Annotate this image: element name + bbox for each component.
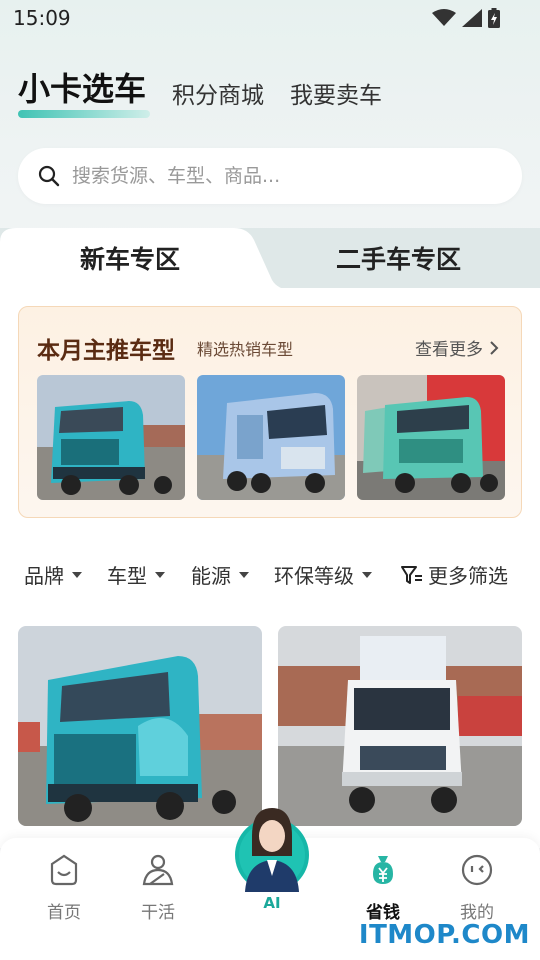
featured-truck-image-1[interactable] <box>37 375 185 500</box>
filter-energy[interactable]: 能源 <box>191 560 249 589</box>
chevron-right-icon <box>490 340 499 355</box>
ai-label: AI <box>263 894 281 912</box>
filter-bar: 品牌 车型 能源 环保等级 更多筛选 <box>0 556 540 592</box>
view-more-label: 查看更多 <box>415 340 483 360</box>
nav-home[interactable]: 首页 <box>24 852 104 923</box>
caret-down-icon <box>239 571 249 578</box>
battery-icon <box>488 8 500 28</box>
caret-down-icon <box>362 571 372 578</box>
watermark: ITMOP.COM <box>358 920 530 950</box>
caret-down-icon <box>155 571 165 578</box>
filter-brand-label: 品牌 <box>24 564 64 588</box>
view-more-link[interactable]: 查看更多 <box>415 335 499 360</box>
ai-assistant-button[interactable]: AI <box>229 806 315 912</box>
wifi-icon <box>432 9 456 26</box>
filter-energy-label: 能源 <box>191 564 231 588</box>
zone-tabs: 新车专区 二手车专区 <box>0 228 540 290</box>
featured-models-card: 本月主推车型 精选热销车型 查看更多 <box>18 306 522 518</box>
nav-mine[interactable]: 我的 <box>437 852 517 923</box>
tab-points-mall[interactable]: 积分商城 <box>172 76 264 110</box>
promo-subtitle: 精选热销车型 <box>197 340 294 359</box>
status-bar: 15:09 <box>0 0 540 36</box>
signal-icon <box>462 9 482 27</box>
status-time: 15:09 <box>13 6 71 30</box>
nav-work-label: 干活 <box>141 903 175 923</box>
search-bar[interactable] <box>18 148 522 204</box>
filter-icon <box>401 565 422 584</box>
nav-home-label: 首页 <box>47 903 81 923</box>
tab-new-trucks[interactable]: 新车专区 <box>80 240 180 276</box>
filter-model-label: 车型 <box>107 564 147 588</box>
caret-down-icon <box>72 571 82 578</box>
filter-more[interactable]: 更多筛选 <box>400 560 508 589</box>
tab-used-trucks[interactable]: 二手车专区 <box>336 240 461 276</box>
filter-brand[interactable]: 品牌 <box>24 560 82 589</box>
nav-work[interactable]: 干活 <box>118 852 198 923</box>
filter-model[interactable]: 车型 <box>107 560 165 589</box>
listing-card-1[interactable] <box>18 626 262 826</box>
promo-title: 本月主推车型 <box>37 338 175 364</box>
search-input[interactable] <box>72 165 492 187</box>
money-bag-icon <box>373 856 393 884</box>
tab-active-indicator <box>18 110 150 118</box>
filter-emission[interactable]: 环保等级 <box>274 560 372 589</box>
ai-avatar <box>235 808 309 892</box>
filter-more-label: 更多筛选 <box>428 564 508 588</box>
tab-truck-select[interactable]: 小卡选车 <box>18 64 146 110</box>
featured-truck-image-2[interactable] <box>197 375 345 500</box>
profile-face-icon <box>461 854 493 886</box>
nav-save[interactable]: 省钱 <box>343 852 423 923</box>
search-icon <box>38 165 60 187</box>
home-icon <box>50 854 78 886</box>
filter-emission-label: 环保等级 <box>274 564 354 588</box>
featured-truck-image-3[interactable] <box>357 375 505 500</box>
tab-sell-truck[interactable]: 我要卖车 <box>290 76 382 110</box>
listing-card-2[interactable] <box>278 626 522 826</box>
status-icons <box>432 8 500 28</box>
top-tabs: 小卡选车 积分商城 我要卖车 <box>18 62 522 122</box>
worker-icon <box>142 854 174 886</box>
